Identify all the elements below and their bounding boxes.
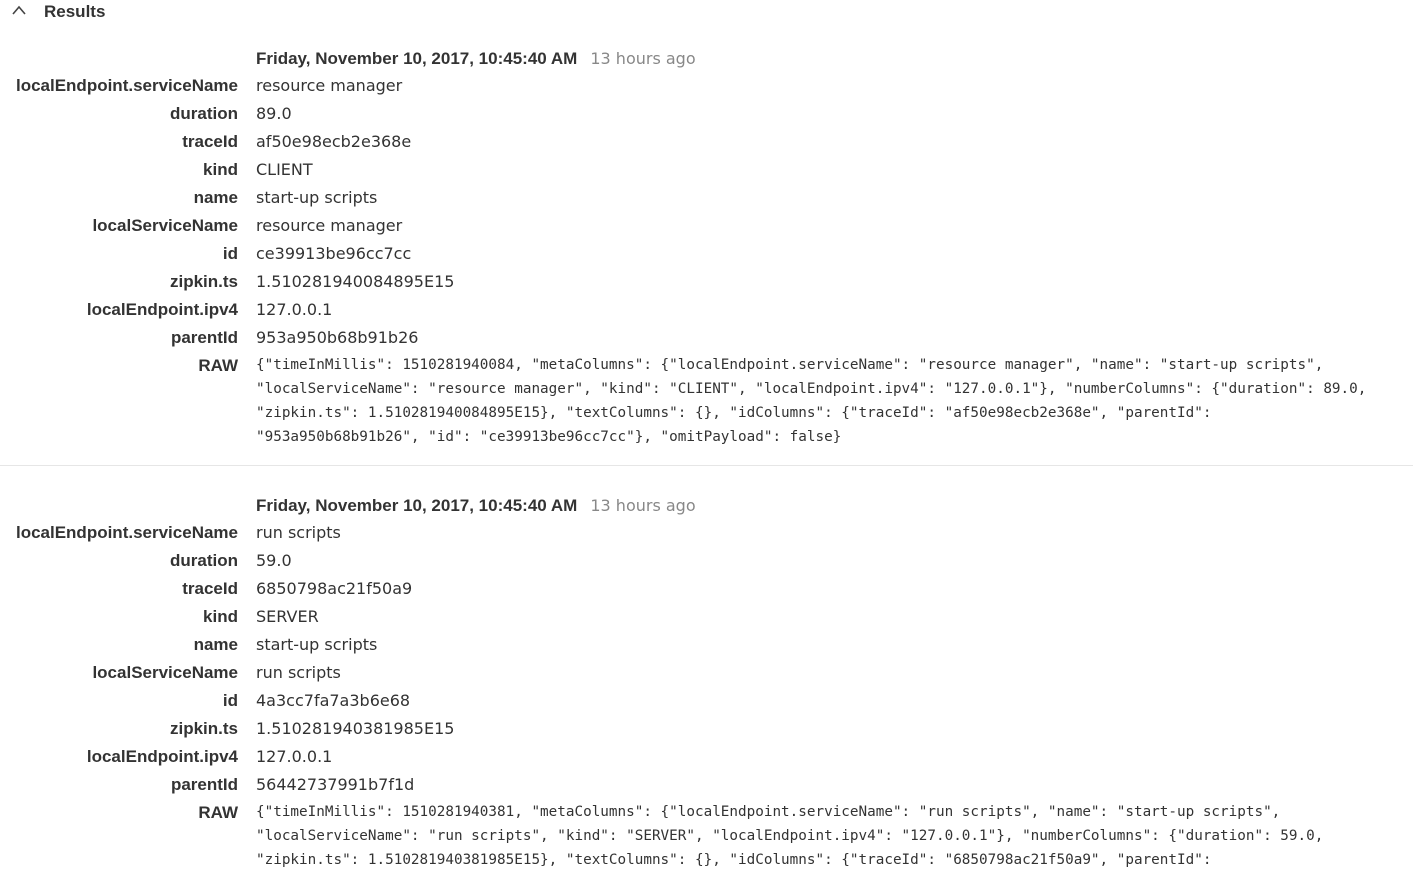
field-value: SERVER bbox=[256, 607, 319, 626]
field-label: localServiceName bbox=[92, 216, 238, 235]
field-label: localEndpoint.ipv4 bbox=[86, 747, 238, 766]
field-row: zipkin.ts 1.510281940381985E15 bbox=[0, 715, 1413, 743]
field-row: localEndpoint.ipv4 127.0.0.1 bbox=[0, 743, 1413, 771]
field-label: name bbox=[193, 188, 238, 207]
field-row: traceId af50e98ecb2e368e bbox=[0, 128, 1413, 156]
field-row: name start-up scripts bbox=[0, 184, 1413, 212]
field-label: duration bbox=[170, 551, 238, 570]
field-value: start-up scripts bbox=[256, 635, 378, 654]
field-value: run scripts bbox=[256, 523, 341, 542]
raw-row: RAW {"timeInMillis": 1510281940381, "met… bbox=[0, 799, 1413, 869]
raw-json: {"timeInMillis": 1510281940084, "metaCol… bbox=[256, 357, 1367, 445]
entry-timestamp-line: Friday, November 10, 2017, 10:45:40 AM 1… bbox=[256, 49, 696, 69]
field-value: 56442737991b7f1d bbox=[256, 775, 415, 794]
entry-timestamp: Friday, November 10, 2017, 10:45:40 AM bbox=[256, 496, 578, 515]
field-row: duration 89.0 bbox=[0, 100, 1413, 128]
field-label: duration bbox=[170, 104, 238, 123]
field-row: localServiceName run scripts bbox=[0, 659, 1413, 687]
field-label: zipkin.ts bbox=[169, 719, 238, 738]
raw-row: RAW {"timeInMillis": 1510281940084, "met… bbox=[0, 352, 1413, 462]
field-value: 6850798ac21f50a9 bbox=[256, 579, 413, 598]
field-value: 1.510281940381985E15 bbox=[256, 719, 455, 738]
field-value: resource manager bbox=[256, 76, 403, 95]
chevron-up-icon[interactable] bbox=[11, 4, 27, 16]
field-value: start-up scripts bbox=[256, 188, 378, 207]
field-label: kind bbox=[203, 160, 238, 179]
field-row: duration 59.0 bbox=[0, 547, 1413, 575]
entry-timestamp: Friday, November 10, 2017, 10:45:40 AM bbox=[256, 49, 578, 68]
entry-divider bbox=[0, 465, 1413, 466]
field-value: CLIENT bbox=[256, 160, 313, 179]
field-row: localEndpoint.serviceName resource manag… bbox=[0, 72, 1413, 100]
field-row: zipkin.ts 1.510281940084895E15 bbox=[0, 268, 1413, 296]
field-label: traceId bbox=[182, 132, 238, 151]
field-row: id ce39913be96cc7cc bbox=[0, 240, 1413, 268]
result-entry: Friday, November 10, 2017, 10:45:40 AM 1… bbox=[0, 44, 1413, 464]
field-value: ce39913be96cc7cc bbox=[256, 244, 412, 263]
field-value: af50e98ecb2e368e bbox=[256, 132, 412, 151]
field-label: zipkin.ts bbox=[169, 272, 238, 291]
field-value: resource manager bbox=[256, 216, 403, 235]
field-label: parentId bbox=[170, 328, 238, 347]
raw-json: {"timeInMillis": 1510281940381, "metaCol… bbox=[256, 804, 1324, 868]
entry-relative-time: 13 hours ago bbox=[590, 496, 696, 515]
field-row: traceId 6850798ac21f50a9 bbox=[0, 575, 1413, 603]
field-row: localEndpoint.serviceName run scripts bbox=[0, 519, 1413, 547]
field-label: name bbox=[193, 635, 238, 654]
field-value: 1.510281940084895E15 bbox=[256, 272, 455, 291]
field-label: id bbox=[222, 244, 238, 263]
field-value: 127.0.0.1 bbox=[256, 747, 333, 766]
entry-timestamp-line: Friday, November 10, 2017, 10:45:40 AM 1… bbox=[256, 496, 696, 516]
field-row: name start-up scripts bbox=[0, 631, 1413, 659]
field-value: 4a3cc7fa7a3b6e68 bbox=[256, 691, 411, 710]
field-label: traceId bbox=[182, 579, 238, 598]
field-row: kind CLIENT bbox=[0, 156, 1413, 184]
field-label: parentId bbox=[170, 775, 238, 794]
field-row: localServiceName resource manager bbox=[0, 212, 1413, 240]
field-value: 953a950b68b91b26 bbox=[256, 328, 419, 347]
field-row: kind SERVER bbox=[0, 603, 1413, 631]
entry-relative-time: 13 hours ago bbox=[590, 49, 696, 68]
results-header[interactable]: Results bbox=[0, 0, 1413, 26]
result-entry: Friday, November 10, 2017, 10:45:40 AM 1… bbox=[0, 491, 1413, 871]
field-label: localServiceName bbox=[92, 663, 238, 682]
field-label: kind bbox=[203, 607, 238, 626]
field-label: id bbox=[222, 691, 238, 710]
field-label: localEndpoint.serviceName bbox=[15, 523, 238, 542]
field-label: localEndpoint.serviceName bbox=[15, 76, 238, 95]
field-value: 89.0 bbox=[256, 104, 292, 123]
field-value: 127.0.0.1 bbox=[256, 300, 333, 319]
field-row: parentId 56442737991b7f1d bbox=[0, 771, 1413, 799]
raw-label: RAW bbox=[198, 356, 238, 375]
results-title[interactable]: Results bbox=[44, 2, 105, 22]
field-label: localEndpoint.ipv4 bbox=[86, 300, 238, 319]
field-value: run scripts bbox=[256, 663, 341, 682]
field-value: 59.0 bbox=[256, 551, 292, 570]
raw-label: RAW bbox=[198, 803, 238, 822]
field-row: localEndpoint.ipv4 127.0.0.1 bbox=[0, 296, 1413, 324]
field-row: id 4a3cc7fa7a3b6e68 bbox=[0, 687, 1413, 715]
field-row: parentId 953a950b68b91b26 bbox=[0, 324, 1413, 352]
